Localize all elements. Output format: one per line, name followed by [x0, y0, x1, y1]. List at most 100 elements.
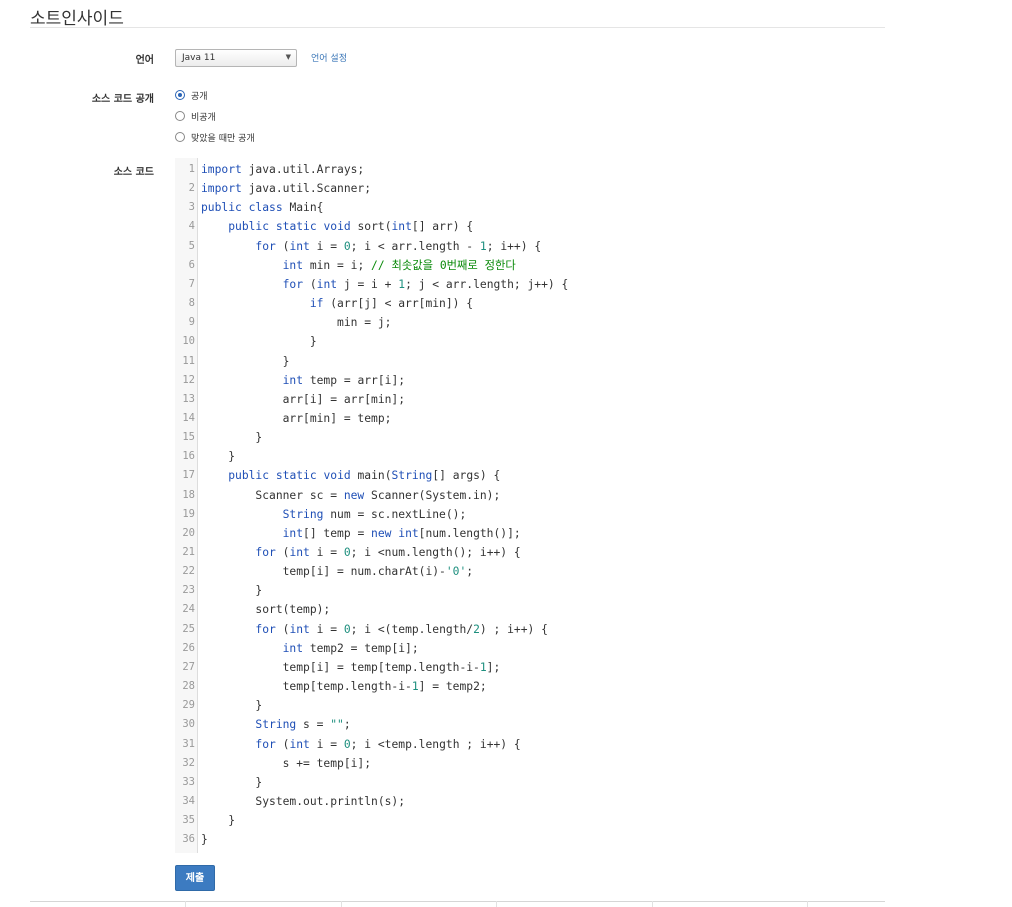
radio-button[interactable]: [175, 90, 185, 100]
code-text: temp[i] = num.charAt(i)-'0';: [201, 565, 474, 579]
bottom-ticks: [30, 901, 885, 907]
code-text: String s = "";: [255, 718, 351, 732]
code-line: 5 for (int i = 0; i < arr.length - 1; i+…: [175, 237, 884, 256]
line-number: 6: [188, 258, 195, 271]
code-text: arr[i] = arr[min];: [201, 392, 406, 406]
code-text: }: [201, 775, 263, 789]
line-number: 32: [182, 756, 195, 769]
code-line: 15 }: [175, 428, 884, 447]
code-line: 26 int temp2 = temp[i];: [175, 639, 884, 658]
code-text: Scanner sc = new Scanner(System.in);: [201, 488, 501, 502]
line-number: 20: [182, 526, 195, 539]
code-text: if (arr[j] < arr[min]) {: [309, 297, 474, 311]
code-line: 19 String num = sc.nextLine();: [175, 505, 884, 524]
code-line: 28 temp[temp.length-i-1] = temp2;: [175, 677, 884, 696]
line-number: 21: [182, 546, 195, 558]
code-text: int[] temp = new int[num.length()];: [282, 526, 521, 540]
line-number: 17: [182, 469, 195, 482]
code-line: 29 }: [175, 696, 884, 715]
radio-button[interactable]: [175, 111, 185, 121]
code-text: public static void main(String[] args) {: [228, 469, 501, 483]
code-text: }: [201, 354, 290, 368]
code-text: }: [201, 450, 236, 464]
line-number: 31: [182, 737, 195, 750]
line-number: 30: [182, 718, 195, 731]
line-number: 10: [182, 335, 195, 348]
code-text: for (int i = 0; i <temp.length ; i++) {: [255, 737, 521, 751]
line-number: 16: [182, 450, 195, 463]
code-text: for (int i = 0; i <(temp.length/2) ; i++…: [255, 622, 548, 636]
code-text: int min = i; // 최솟값을 0번째로 정한다: [282, 258, 516, 272]
code-text: }: [201, 699, 263, 713]
line-number: 24: [182, 603, 195, 616]
line-number: 36: [182, 833, 195, 846]
code-text: import java.util.Arrays;: [201, 163, 365, 176]
line-number: 28: [182, 680, 195, 693]
line-number: 2: [188, 182, 195, 195]
code-line: 23 }: [175, 581, 884, 600]
code-line: 35 }: [175, 811, 884, 830]
code-line: 14 arr[min] = temp;: [175, 409, 884, 428]
code-line: 1 import java.util.Arrays;: [175, 160, 884, 179]
code-line: 10 }: [175, 332, 884, 351]
code-line: 18 Scanner sc = new Scanner(System.in);: [175, 486, 884, 505]
submit-button[interactable]: 제출: [175, 865, 215, 891]
language-settings-link[interactable]: 언어 설정: [311, 51, 347, 64]
code-text: int temp = arr[i];: [282, 373, 406, 387]
line-number: 5: [188, 239, 195, 252]
code-line: 8 if (arr[j] < arr[min]) {: [175, 294, 884, 313]
code-text: }: [201, 833, 208, 847]
code-text: int temp2 = temp[i];: [282, 641, 419, 655]
line-number: 4: [188, 220, 195, 233]
line-number: 25: [182, 622, 195, 635]
code-line: 17 public static void main(String[] args…: [175, 466, 884, 485]
code-text: String num = sc.nextLine();: [282, 507, 467, 521]
code-line: 34 System.out.println(s);: [175, 792, 884, 811]
radio-label: 비공개: [191, 113, 216, 123]
line-number: 19: [182, 507, 195, 520]
radio-button[interactable]: [175, 132, 185, 142]
line-number: 11: [182, 354, 195, 367]
code-text: public static void sort(int[] arr) {: [228, 220, 474, 234]
code-line: 7 for (int j = i + 1; j < arr.length; j+…: [175, 275, 884, 294]
code-line: 30 String s = "";: [175, 715, 884, 734]
line-number: 35: [182, 814, 195, 827]
line-number: 18: [182, 488, 195, 501]
code-line: 3 public class Main{: [175, 198, 884, 217]
language-label: 언어: [135, 55, 154, 66]
line-number: 26: [182, 641, 195, 654]
line-number: 9: [188, 316, 195, 329]
code-line: 27 temp[i] = temp[temp.length-i-1];: [175, 658, 884, 677]
code-line: 31 for (int i = 0; i <temp.length ; i++)…: [175, 735, 884, 754]
code-text: for (int i = 0; i < arr.length - 1; i++)…: [255, 239, 542, 253]
code-editor[interactable]: 1 import java.util.Arrays; 2 import java.ut…: [175, 158, 884, 853]
code-text: s += temp[i];: [201, 756, 372, 770]
language-select-value: Java 11: [182, 53, 216, 63]
code-line: 12 int temp = arr[i];: [175, 371, 884, 390]
code-text: min = j;: [201, 316, 392, 330]
language-select[interactable]: Java 11 ▼: [175, 49, 297, 67]
code-text: temp[i] = temp[temp.length-i-1];: [201, 660, 501, 674]
code-text: }: [201, 584, 263, 598]
line-number: 15: [182, 431, 195, 444]
code-line: 13 arr[i] = arr[min];: [175, 390, 884, 409]
code-line: 22 temp[i] = num.charAt(i)-'0';: [175, 562, 884, 581]
code-text: for (int j = i + 1; j < arr.length; j++)…: [282, 277, 569, 291]
chevron-down-icon: ▼: [285, 53, 291, 61]
code-line: 6 int min = i; // 최솟값을 0번째로 정한다: [175, 256, 884, 275]
code-line: 9 min = j;: [175, 313, 884, 332]
code-line: 16 }: [175, 447, 884, 466]
line-number: 29: [182, 699, 195, 712]
line-number: 22: [182, 565, 195, 578]
code-line: 25 for (int i = 0; i <(temp.length/2) ; …: [175, 620, 884, 639]
code-line: 4 public static void sort(int[] arr) {: [175, 217, 884, 236]
code-text: }: [201, 335, 317, 349]
code-line: 33 }: [175, 773, 884, 792]
line-number: 1: [188, 163, 195, 175]
code-text: System.out.println(s);: [201, 794, 406, 808]
visibility-label: 소스 코드 공개: [91, 94, 154, 105]
line-number: 27: [182, 660, 195, 673]
line-number: 14: [182, 411, 195, 424]
code-line: 32 s += temp[i];: [175, 754, 884, 773]
code-text: public class Main{: [201, 201, 324, 215]
